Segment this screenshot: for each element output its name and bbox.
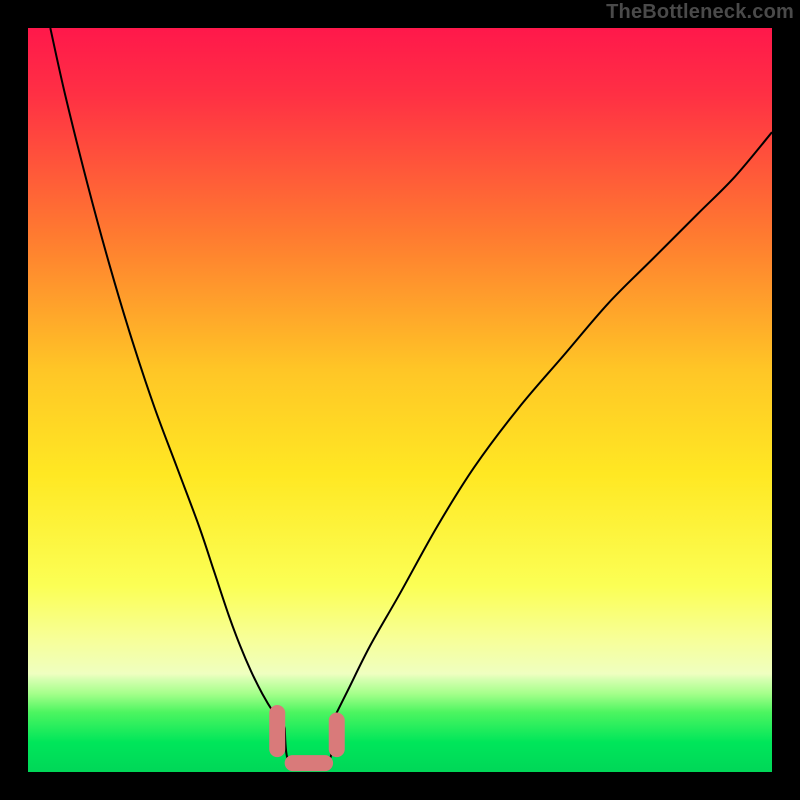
marker-vertical-2 — [329, 712, 345, 757]
plot-frame — [28, 28, 772, 772]
marker-vertical-0 — [269, 705, 285, 757]
optimum-markers — [28, 28, 772, 772]
watermark-text: TheBottleneck.com — [606, 1, 794, 24]
marker-group — [269, 705, 345, 771]
chart-stage: TheBottleneck.com — [0, 0, 800, 800]
marker-horizontal-1 — [285, 755, 333, 771]
